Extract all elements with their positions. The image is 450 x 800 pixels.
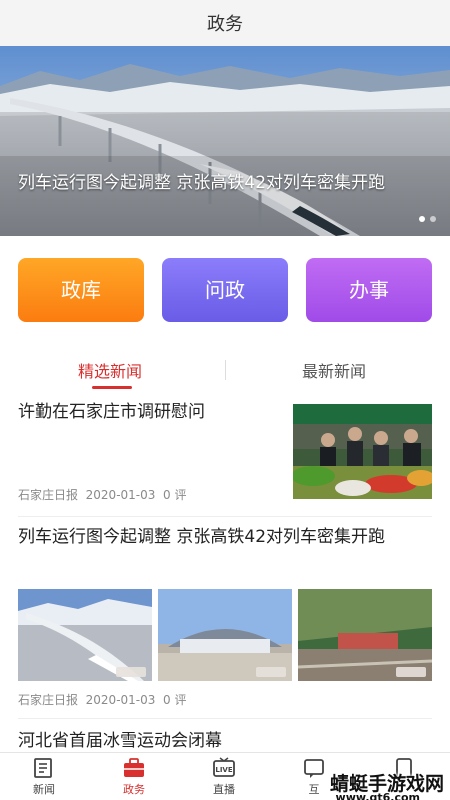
tab-divider bbox=[225, 360, 226, 380]
wenzheng-button[interactable]: 问政 bbox=[162, 258, 288, 322]
nav-item-news[interactable]: 新闻 bbox=[14, 757, 74, 797]
tab-active-indicator bbox=[92, 386, 132, 389]
article-thumbnail[interactable] bbox=[293, 404, 432, 499]
list-item[interactable]: 河北省首届冰雪运动会闭幕 bbox=[18, 727, 432, 751]
article-source: 石家庄日报 bbox=[18, 693, 79, 707]
nav-label: 政务 bbox=[123, 783, 145, 796]
article-meta: 石家庄日报 2020-01-03 0 评 bbox=[18, 486, 187, 503]
article-source: 石家庄日报 bbox=[18, 488, 79, 502]
divider bbox=[18, 516, 432, 517]
article-image[interactable] bbox=[298, 589, 432, 681]
article-title[interactable]: 列车运行图今起调整 京张高铁42对列车密集开跑 bbox=[18, 523, 428, 551]
article-meta: 石家庄日报 2020-01-03 0 评 bbox=[18, 691, 187, 708]
nav-item-government[interactable]: 政务 bbox=[104, 757, 164, 797]
nav-label: 新闻 bbox=[33, 783, 55, 796]
tab-featured-news[interactable]: 精选新闻 bbox=[78, 358, 142, 382]
article-date: 2020-01-03 bbox=[85, 488, 156, 502]
carousel-dot bbox=[430, 216, 436, 222]
tab-latest-news[interactable]: 最新新闻 bbox=[302, 358, 366, 382]
top-bar: 政务 bbox=[0, 0, 450, 46]
banshi-button[interactable]: 办事 bbox=[306, 258, 432, 322]
article-image[interactable] bbox=[158, 589, 292, 681]
article-comments: 0 评 bbox=[163, 488, 187, 502]
news-icon bbox=[34, 758, 52, 778]
nav-item-live[interactable]: LIVE 直播 bbox=[194, 757, 254, 797]
carousel-indicator bbox=[419, 216, 436, 222]
carousel-dot-active bbox=[419, 216, 425, 222]
svg-text:LIVE: LIVE bbox=[215, 766, 232, 774]
interact-icon bbox=[304, 759, 324, 778]
article-date: 2020-01-03 bbox=[85, 693, 156, 707]
article-image-row bbox=[18, 589, 432, 681]
article-title[interactable]: 河北省首届冰雪运动会闭幕 bbox=[18, 727, 432, 755]
zhengku-button[interactable]: 政库 bbox=[18, 258, 144, 322]
news-tabs: 精选新闻 最新新闻 bbox=[0, 350, 450, 392]
banner-image bbox=[0, 46, 450, 236]
live-tv-icon: LIVE bbox=[213, 757, 235, 777]
article-title[interactable]: 许勤在石家庄市调研慰问 bbox=[18, 398, 278, 426]
briefcase-icon bbox=[124, 758, 144, 777]
list-item[interactable]: 列车运行图今起调整 京张高铁42对列车密集开跑 石家庄日报 2020-01-03… bbox=[18, 523, 432, 709]
article-image[interactable] bbox=[18, 589, 152, 681]
page-title: 政务 bbox=[207, 14, 243, 35]
banner-carousel[interactable]: 列车运行图今起调整 京张高铁42对列车密集开跑 bbox=[0, 46, 450, 236]
article-comments: 0 评 bbox=[163, 693, 187, 707]
nav-label: 直播 bbox=[213, 783, 235, 796]
watermark-url: www.qt6.com bbox=[335, 791, 420, 800]
divider bbox=[18, 718, 432, 719]
list-item[interactable]: 许勤在石家庄市调研慰问 石家庄日报 2020-01-03 0 评 bbox=[18, 398, 432, 506]
nav-label: 互 bbox=[308, 783, 320, 796]
banner-caption[interactable]: 列车运行图今起调整 京张高铁42对列车密集开跑 bbox=[18, 170, 420, 197]
